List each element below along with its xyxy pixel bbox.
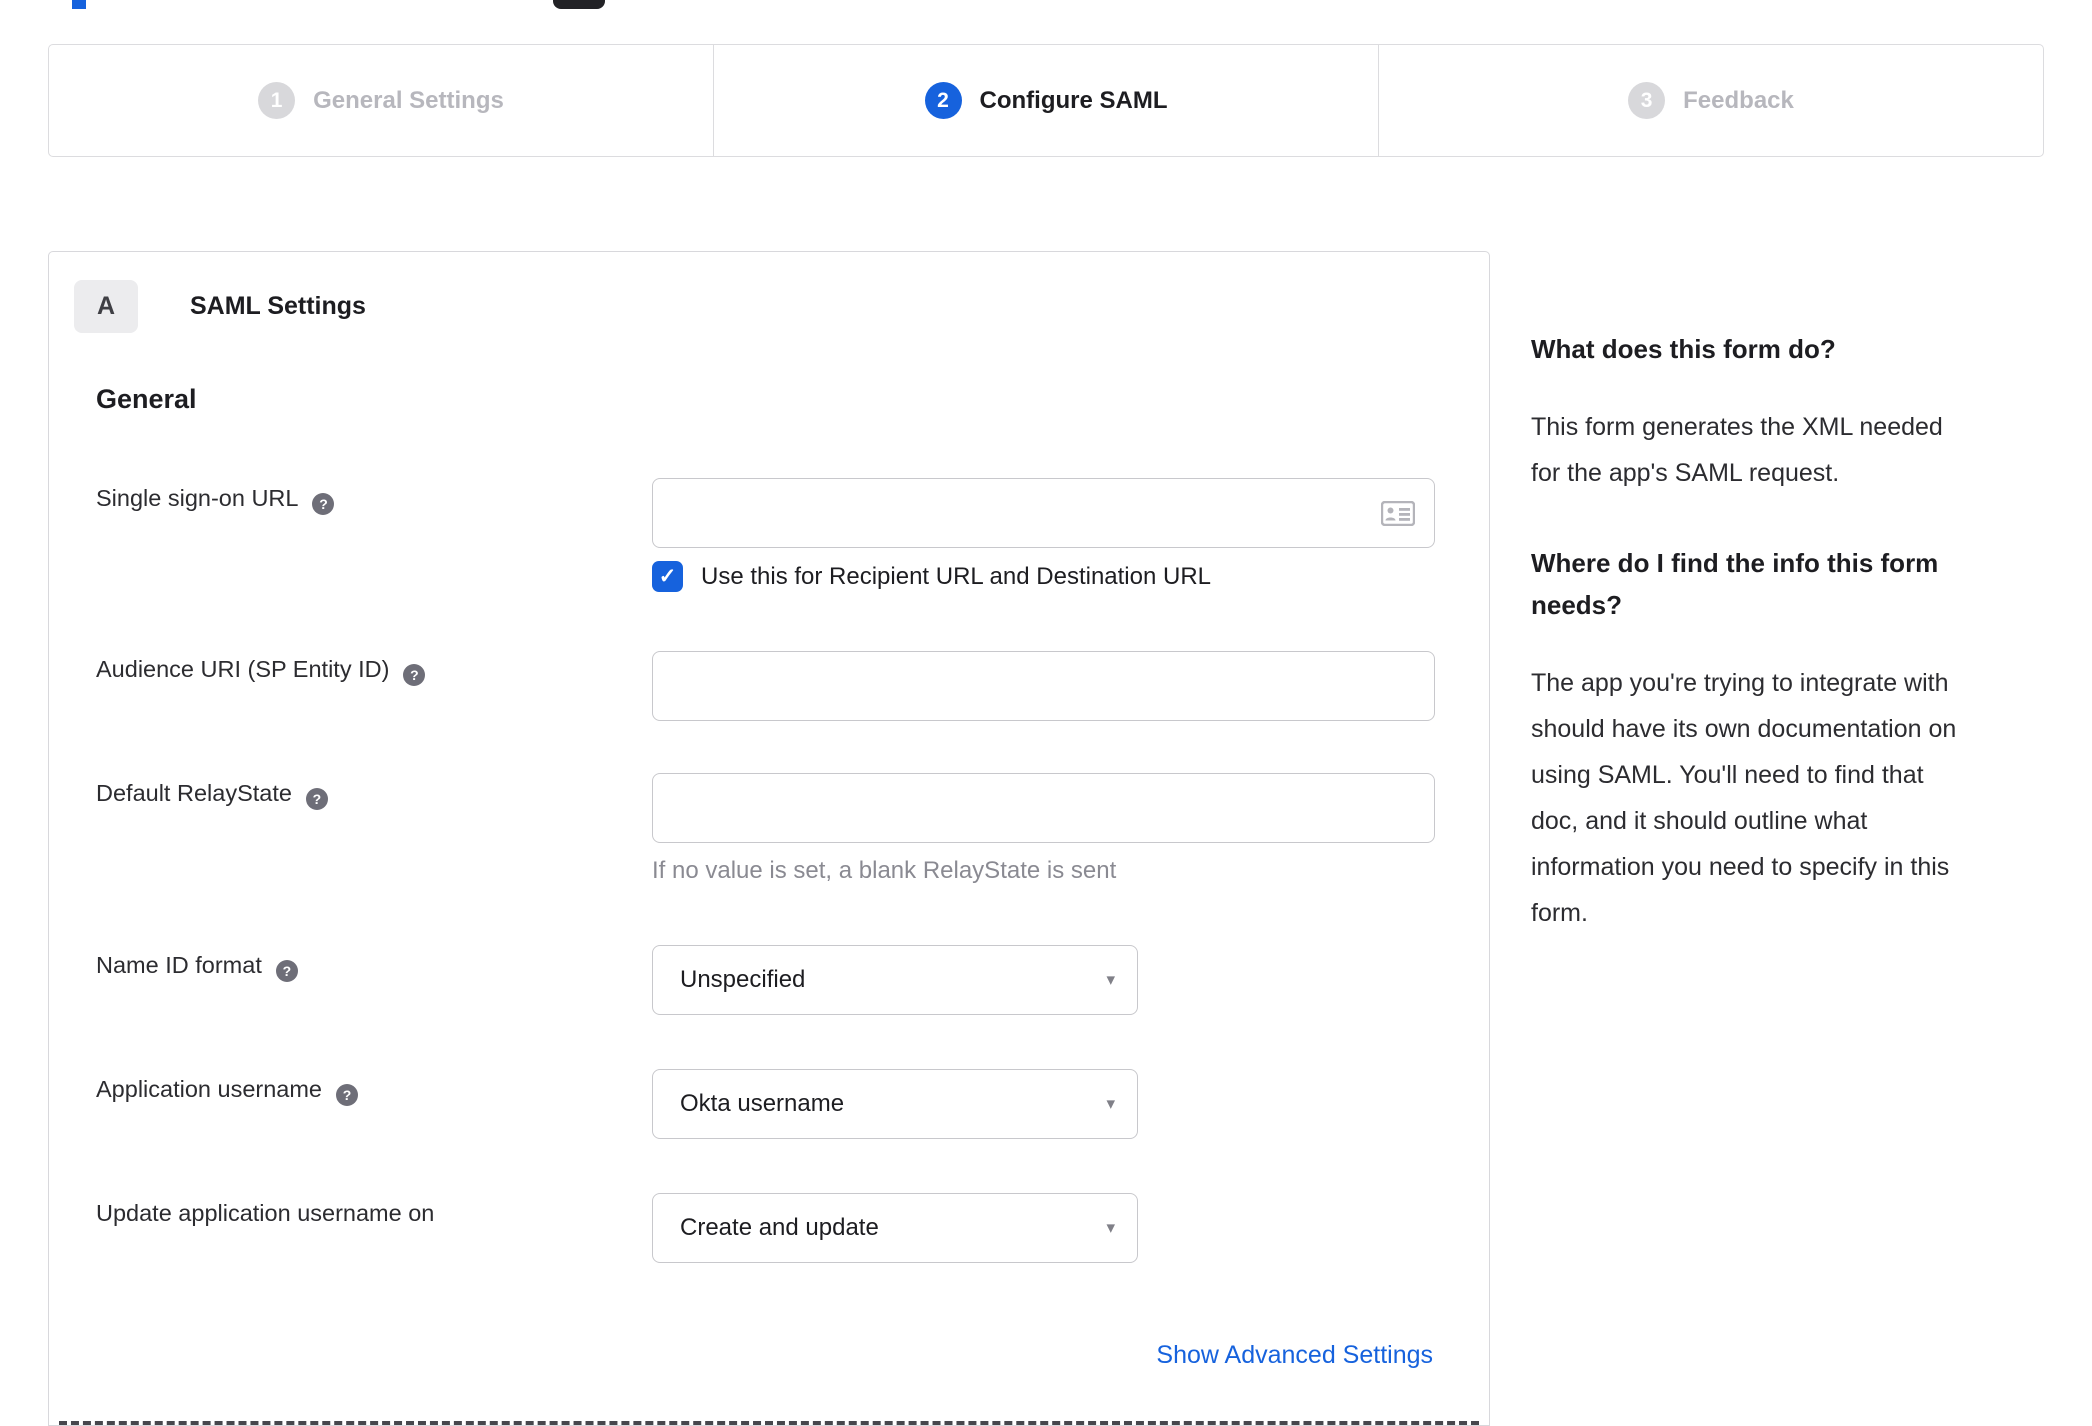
relaystate-helper-text: If no value is set, a blank RelayState i… (652, 857, 1117, 884)
card-header: A SAML Settings (74, 280, 366, 333)
recipient-url-checkbox-label: Use this for Recipient URL and Destinati… (701, 562, 1212, 590)
help-icon[interactable]: ? (403, 664, 426, 686)
chevron-down-icon: ▾ (1106, 1218, 1115, 1237)
update-username-on-value: Create and update (680, 1214, 879, 1241)
name-id-format-label: Name ID format? (96, 952, 298, 982)
audience-uri-label: Audience URI (SP Entity ID)? (96, 656, 426, 686)
help-icon[interactable]: ? (312, 493, 335, 515)
help-section-1-body: This form generates the XML needed for t… (1531, 413, 1943, 487)
update-username-on-label: Update application username on (96, 1200, 434, 1227)
cutoff-blue-fragment (72, 0, 86, 9)
name-id-format-value: Unspecified (680, 966, 806, 993)
field-label-text: Update application username on (96, 1200, 435, 1226)
show-advanced-settings-link[interactable]: Show Advanced Settings (1156, 1341, 1433, 1370)
step-2-number-badge: 2 (924, 82, 962, 119)
help-icon[interactable]: ? (275, 960, 298, 982)
general-group-title: General (96, 384, 197, 414)
help-icon[interactable]: ? (305, 788, 328, 810)
application-username-value: Okta username (680, 1090, 845, 1117)
field-label-text: Name ID format (96, 952, 262, 978)
saml-settings-card: A SAML Settings General Single sign-on U… (48, 251, 1490, 1426)
single-sign-on-url-label: Single sign-on URL? (96, 485, 335, 515)
section-title: SAML Settings (190, 292, 366, 320)
field-label-text: Default RelayState (96, 780, 292, 806)
field-label-text: Audience URI (SP Entity ID) (96, 656, 390, 682)
application-username-label: Application username? (96, 1076, 358, 1106)
chevron-down-icon: ▾ (1106, 970, 1115, 989)
help-icon[interactable]: ? (336, 1084, 358, 1106)
step-1-number-badge: 1 (258, 82, 296, 119)
name-id-format-select[interactable]: Unspecified ▾ (652, 945, 1138, 1015)
field-label-text: Application username (96, 1076, 322, 1102)
help-panel: What does this form do? This form genera… (1531, 328, 2036, 982)
chevron-down-icon: ▾ (1106, 1094, 1115, 1113)
wizard-stepper: 1 General Settings 2 Configure SAML 3 Fe… (48, 44, 2044, 157)
default-relaystate-input[interactable] (652, 773, 1435, 843)
section-a-badge: A (74, 280, 138, 333)
step-1-label: General Settings (313, 86, 504, 114)
configure-saml-page: 1 General Settings 2 Configure SAML 3 Fe… (0, 0, 2092, 1426)
application-username-select[interactable]: Okta username ▾ (652, 1069, 1138, 1139)
help-section-2-body: The app you're trying to integrate with … (1531, 669, 1957, 927)
help-section-1-title: What does this form do? (1531, 334, 1836, 364)
dashed-section-divider (59, 1421, 1479, 1425)
field-label-text: Single sign-on URL (96, 485, 299, 511)
audience-uri-input[interactable] (652, 651, 1435, 721)
default-relaystate-label: Default RelayState? (96, 780, 328, 810)
single-sign-on-url-field-wrap (652, 478, 1435, 548)
step-general-settings[interactable]: 1 General Settings (49, 45, 713, 156)
help-section-2-title: Where do I find the info this form needs… (1531, 548, 1939, 620)
recipient-url-checkbox-row: ✓ Use this for Recipient URL and Destina… (652, 561, 1211, 592)
step-3-label: Feedback (1683, 86, 1794, 114)
cutoff-toggle-fragment (553, 0, 605, 9)
step-configure-saml[interactable]: 2 Configure SAML (713, 45, 1378, 156)
step-3-number-badge: 3 (1628, 82, 1666, 119)
step-feedback[interactable]: 3 Feedback (1378, 45, 2043, 156)
recipient-url-checkbox[interactable]: ✓ (652, 561, 683, 592)
update-username-on-select[interactable]: Create and update ▾ (652, 1193, 1138, 1263)
step-2-label: Configure SAML (979, 86, 1168, 114)
single-sign-on-url-input[interactable] (652, 478, 1435, 548)
